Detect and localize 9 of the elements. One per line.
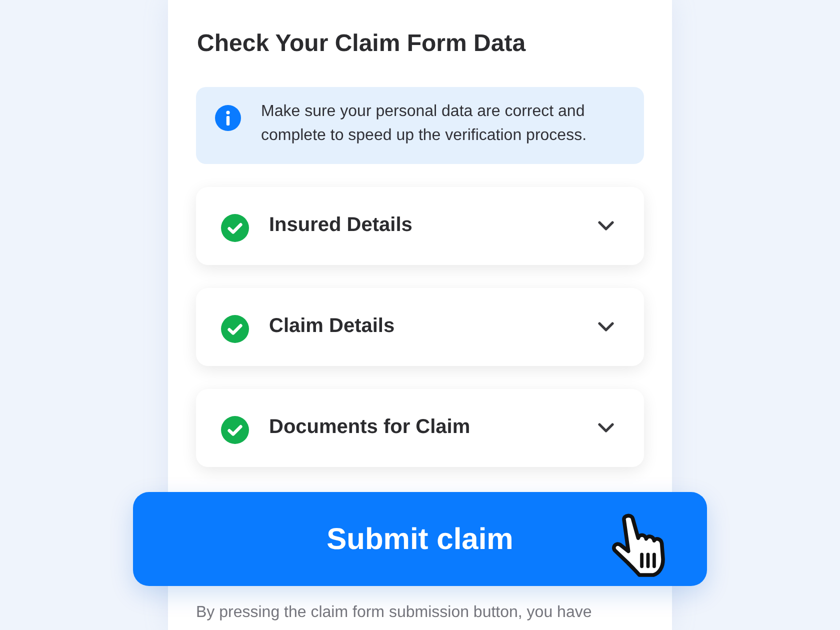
disclaimer-text: By pressing the claim form submission button, you have xyxy=(196,603,593,623)
hand-cursor-icon xyxy=(610,513,668,577)
section-accordion[interactable]: Claim Details xyxy=(196,288,644,366)
section-accordion[interactable]: Documents for Claim xyxy=(196,389,644,467)
form-heading: Check Your Claim Form Data xyxy=(197,30,527,58)
submit-button[interactable]: Submit claim xyxy=(133,492,707,586)
info-text: Make sure your personal data are correct and complete to speed up the verification process. xyxy=(261,102,588,146)
section-accordion[interactable]: Insured Details xyxy=(196,187,644,265)
info-icon xyxy=(215,105,241,131)
